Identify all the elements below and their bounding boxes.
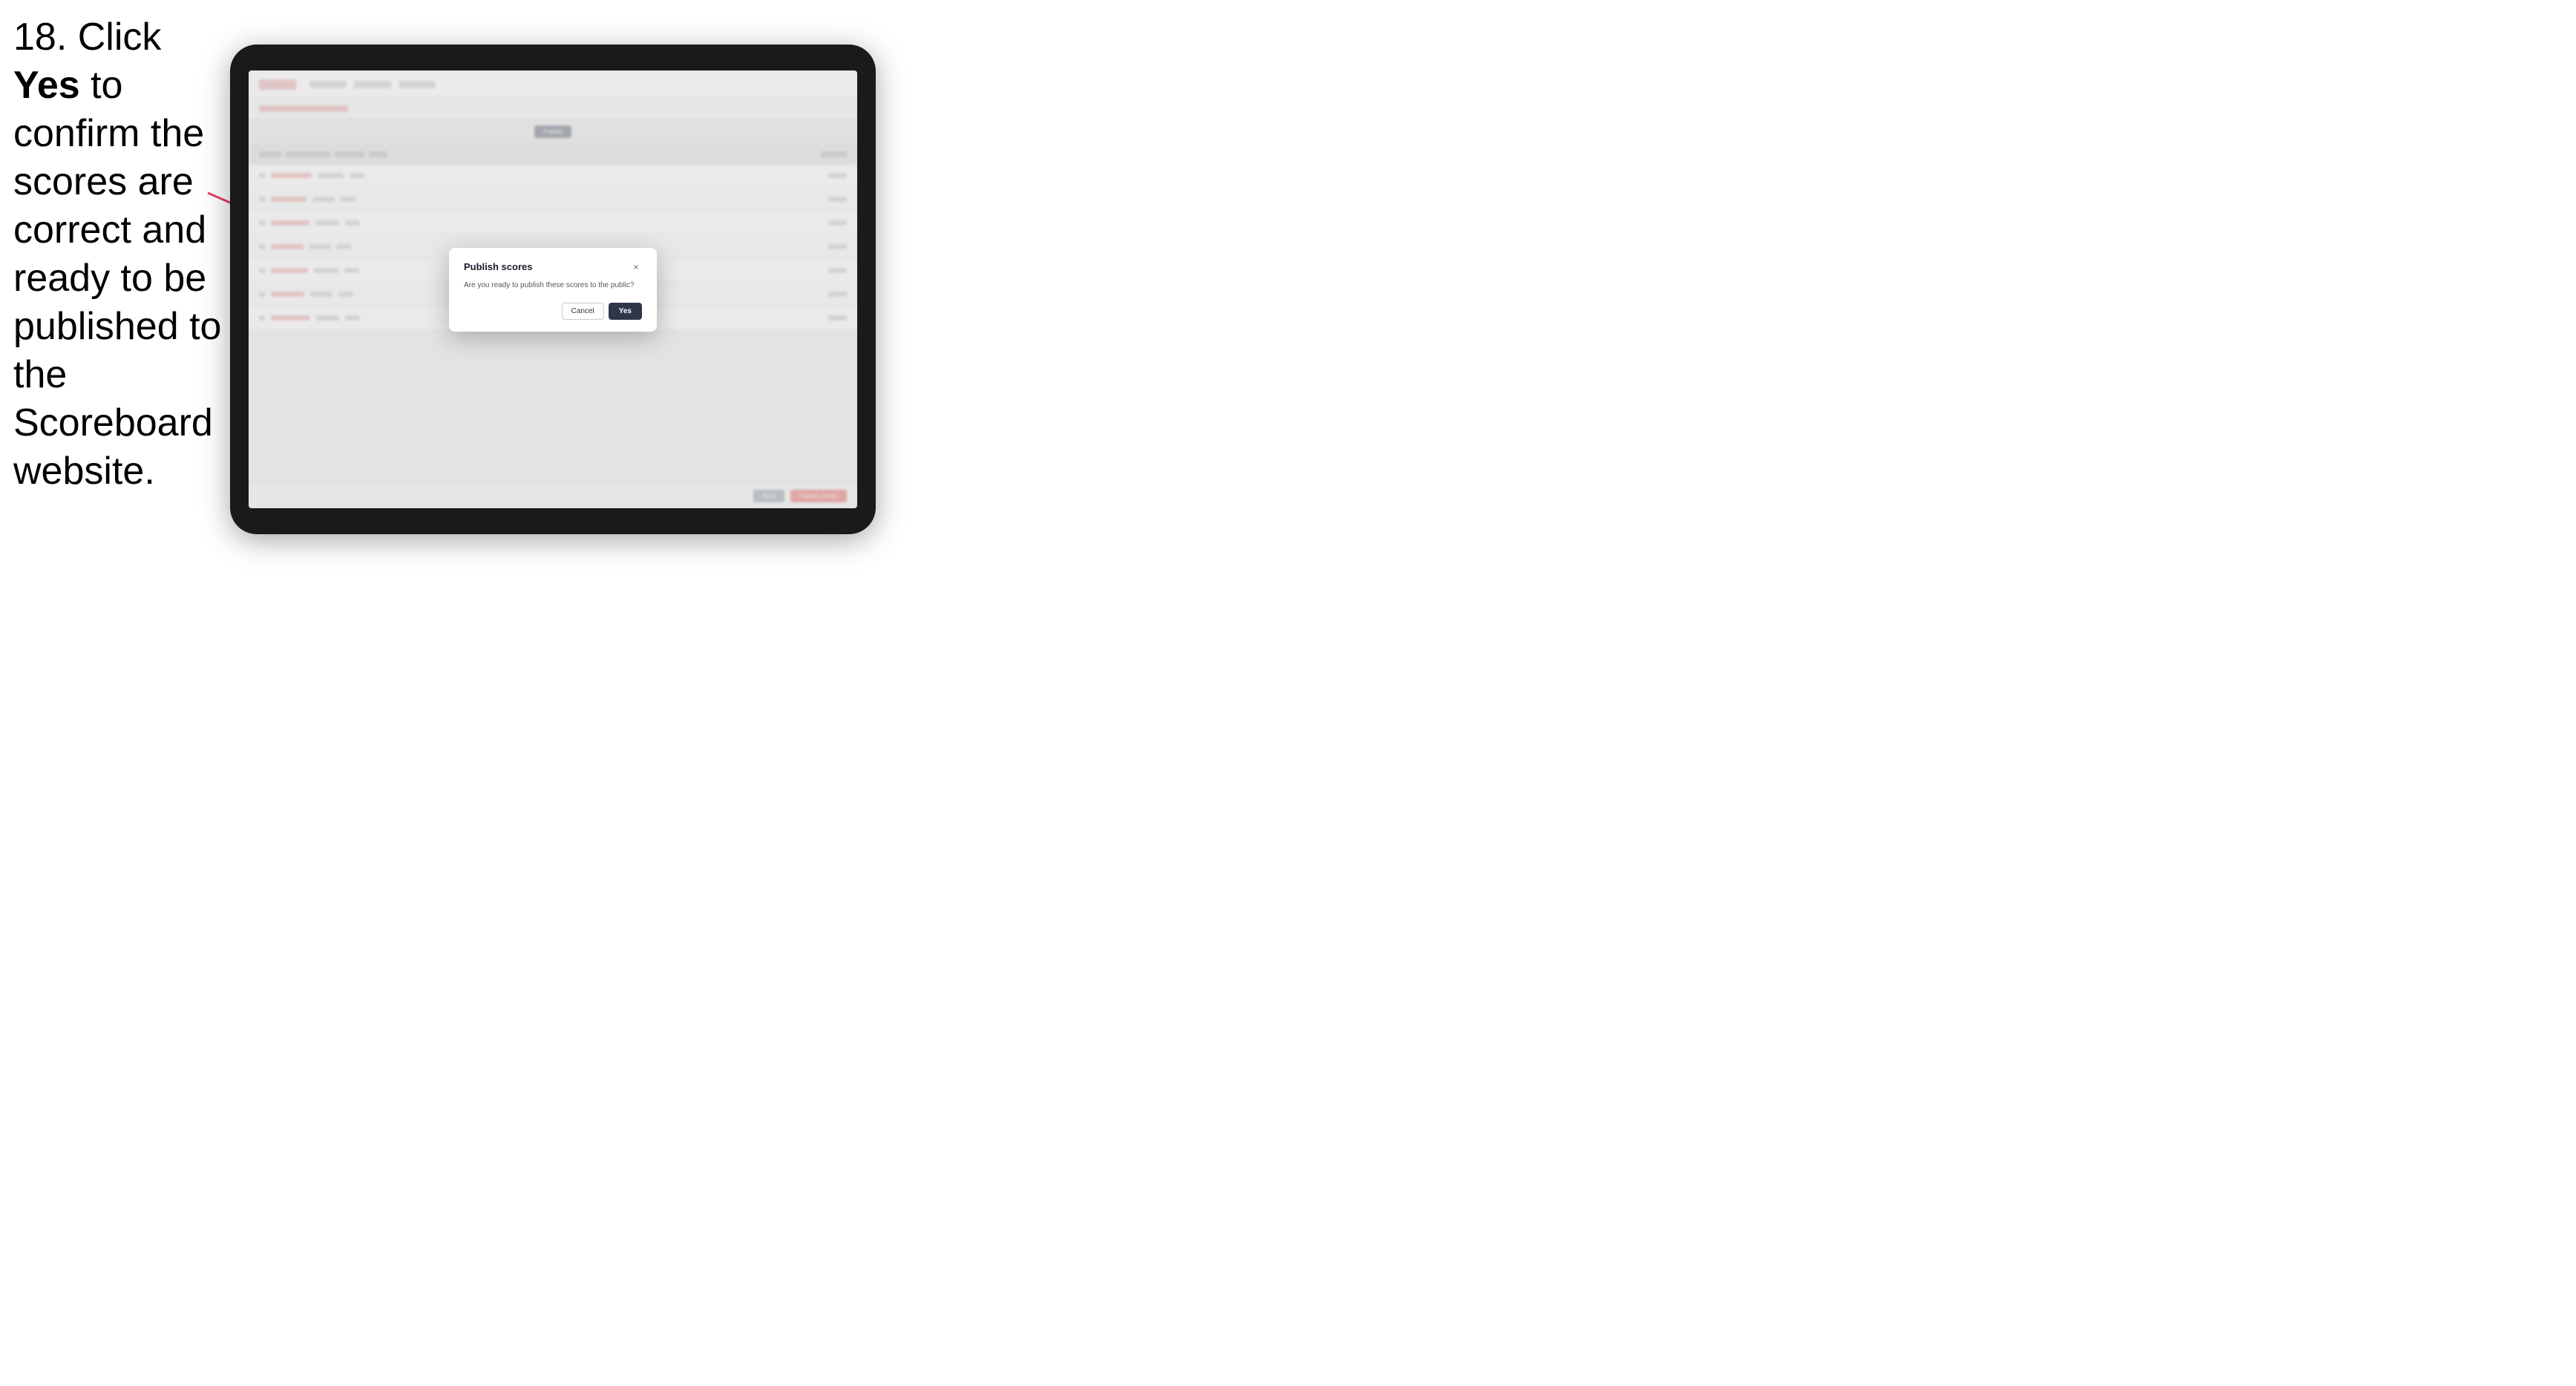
instruction-suffix: to confirm the scores are correct and re… (13, 64, 221, 493)
yes-button[interactable]: Yes (609, 303, 642, 320)
modal-body-text: Are you ready to publish these scores to… (464, 280, 642, 291)
tablet-device: Publish (230, 45, 876, 534)
modal-close-button[interactable]: × (630, 261, 642, 273)
instruction-prefix: Click (67, 16, 161, 59)
modal-actions: Cancel Yes (464, 303, 642, 320)
modal-header: Publish scores × (464, 261, 642, 273)
modal-overlay: Publish scores × Are you ready to publis… (249, 70, 857, 508)
publish-scores-modal: Publish scores × Are you ready to publis… (449, 248, 657, 332)
step-number: 18. (13, 16, 67, 59)
tablet-screen: Publish (249, 70, 857, 508)
cancel-button[interactable]: Cancel (562, 303, 604, 320)
instruction-bold: Yes (13, 64, 80, 107)
instruction-text: 18. Click Yes to confirm the scores are … (13, 13, 229, 496)
modal-title: Publish scores (464, 261, 532, 272)
